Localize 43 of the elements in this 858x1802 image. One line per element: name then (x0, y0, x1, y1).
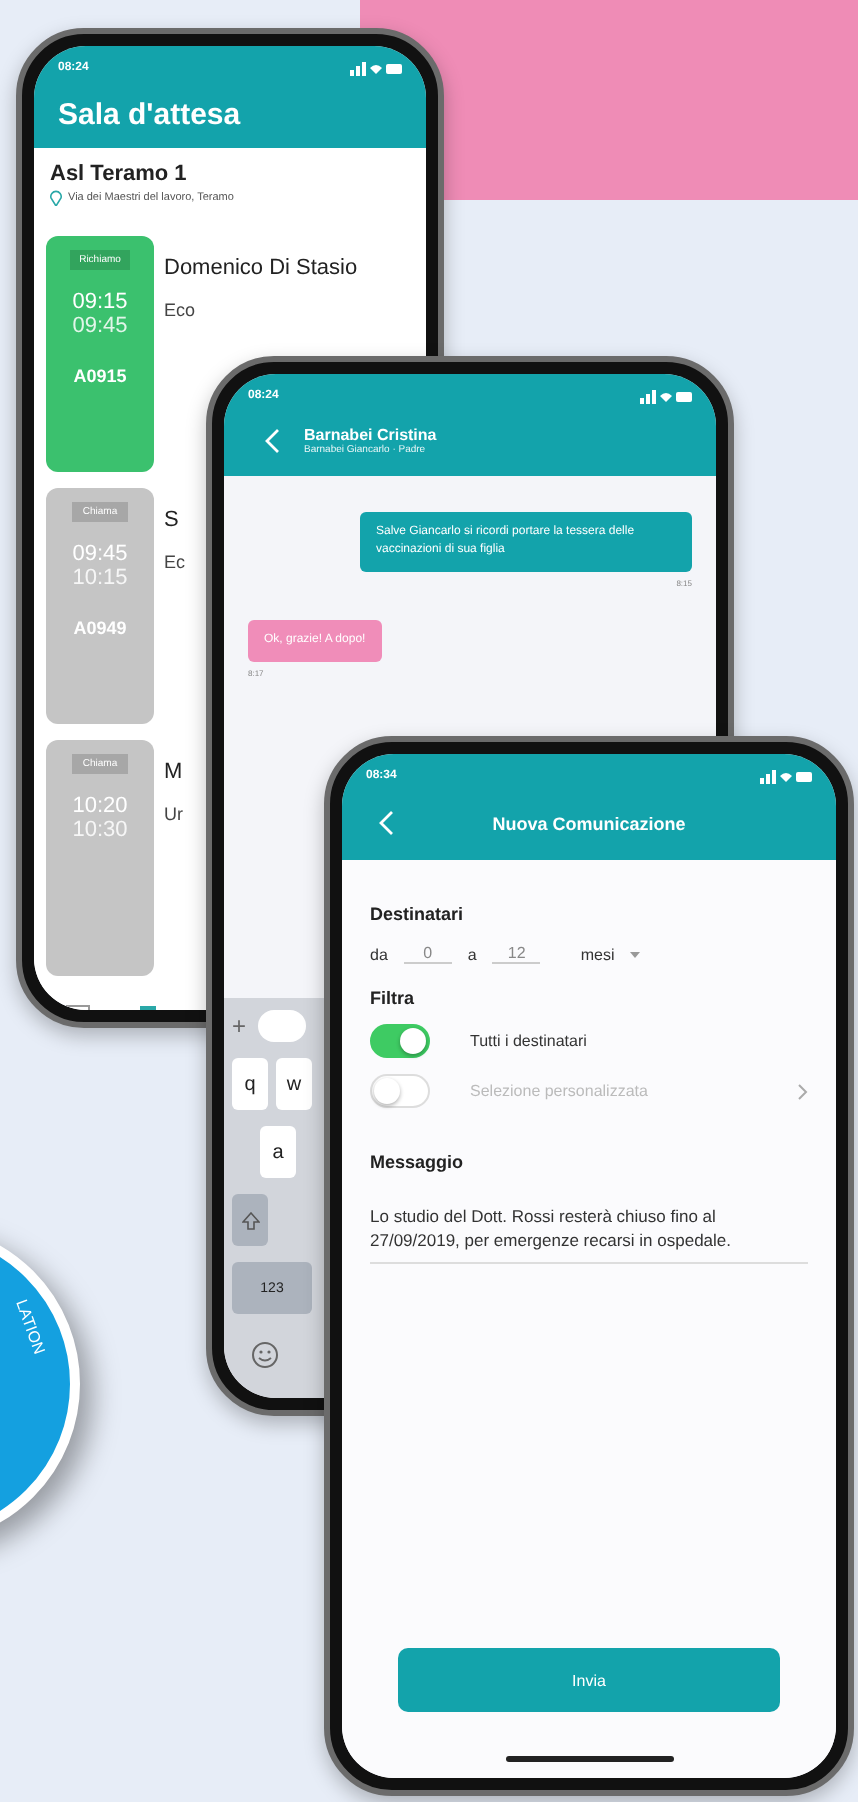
back-icon[interactable] (378, 810, 394, 836)
section-label: Filtra (370, 988, 417, 1008)
section-label: Destinatari (370, 904, 466, 924)
filter-option-label: Tutti i destinatari (470, 1032, 589, 1050)
unit-dropdown[interactable]: mesi (580, 945, 615, 963)
status-icons (640, 389, 692, 403)
range-label: da (370, 945, 388, 963)
visit-type: Ec (164, 552, 186, 572)
emoji-icon[interactable] (252, 1342, 278, 1368)
status-icons (760, 769, 812, 783)
keyboard-key[interactable]: a (260, 1126, 296, 1178)
ticket-code: A0915 (73, 366, 127, 386)
chevron-icon (798, 1083, 808, 1099)
plus-button[interactable]: + (232, 1012, 247, 1040)
keyboard-key[interactable]: w (276, 1058, 312, 1110)
caret-icon (630, 951, 641, 957)
location-name: Asl Teramo 1 (50, 162, 189, 186)
filter-option-label: Selezione personalizzata (470, 1082, 650, 1100)
ticket-start-time: 09:45 (72, 542, 128, 566)
message-field[interactable]: Lo studio del Dott. Rossi resterà chiuso fino al 27/09/2019, per emergenze recarsi in ospedale. (370, 1204, 808, 1264)
ticket-start-time: 09:15 (72, 290, 128, 314)
visit-type: Eco (164, 300, 198, 320)
section-label: Messaggio (370, 1152, 466, 1172)
keyboard-key[interactable]: q (232, 1058, 268, 1110)
screen-title: Sala d'attesa (58, 96, 243, 132)
patient-name: Domenico Di Stasio (164, 256, 358, 280)
message-input[interactable] (258, 1010, 307, 1042)
patient-name: M (164, 760, 183, 784)
ticket-end-time: 09:45 (72, 314, 128, 338)
screen-title: Nuova Comunicazione (492, 813, 686, 833)
status-icons (350, 61, 402, 75)
contact-name: Barnabei Cristina (304, 426, 437, 444)
shift-key[interactable] (232, 1194, 268, 1246)
toggle-switch[interactable] (370, 1074, 430, 1108)
pin-icon (50, 190, 62, 206)
patient-name: S (164, 508, 181, 532)
back-icon[interactable] (264, 428, 280, 454)
ticket-code: A0949 (73, 618, 127, 638)
ticket-start-time: 10:20 (72, 794, 128, 818)
range-label: a (467, 945, 477, 963)
visit-type: Ur (164, 804, 183, 824)
toggle-switch[interactable] (370, 1024, 430, 1058)
shift-icon (241, 1211, 259, 1229)
